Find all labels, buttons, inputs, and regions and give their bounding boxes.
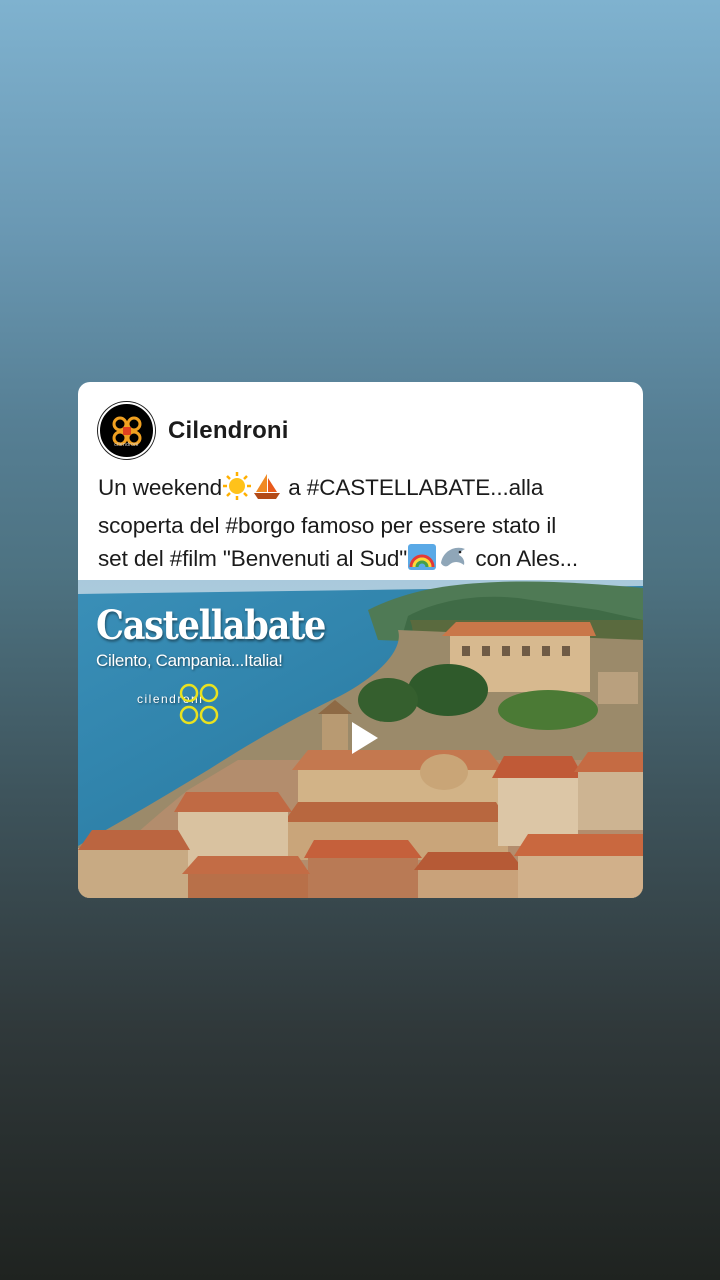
post-text-segment: a #CASTELLABATE...alla: [282, 475, 544, 500]
play-icon[interactable]: [344, 718, 384, 758]
post-text-segment: con Ales...: [469, 546, 579, 571]
video-title: Castellabate: [96, 602, 326, 649]
post-text-segment: Un weekend: [98, 475, 223, 500]
post-text-line: scoperta del #borgo famoso per essere st…: [98, 513, 557, 538]
post-card[interactable]: cilendroni Cilendroni Un weekend a #CAST…: [78, 382, 643, 898]
post-text: Un weekend a #CASTELLABATE...alla scoper…: [98, 471, 626, 580]
post-text-segment: set del #film "Benvenuti al Sud": [98, 546, 408, 571]
brand-logo-icon: [179, 683, 219, 725]
avatar-label: cilendroni: [114, 442, 139, 448]
video-subtitle: Cilento, Campania...Italia!: [96, 651, 283, 670]
sailboat-icon: [252, 472, 282, 509]
author-name[interactable]: Cilendroni: [168, 417, 289, 445]
post-text-line: Un weekend a #CASTELLABATE...alla: [98, 471, 626, 509]
rainbow-icon: [407, 543, 437, 580]
dolphin-icon: [437, 543, 469, 580]
sun-icon: [222, 472, 252, 509]
video-thumbnail[interactable]: Castellabate Cilento, Campania...Italia!…: [78, 580, 643, 898]
post-header: cilendroni Cilendroni: [98, 402, 289, 459]
avatar[interactable]: cilendroni: [98, 402, 155, 459]
post-text-line: set del #film "Benvenuti al Sud" con Ale…: [98, 542, 626, 580]
